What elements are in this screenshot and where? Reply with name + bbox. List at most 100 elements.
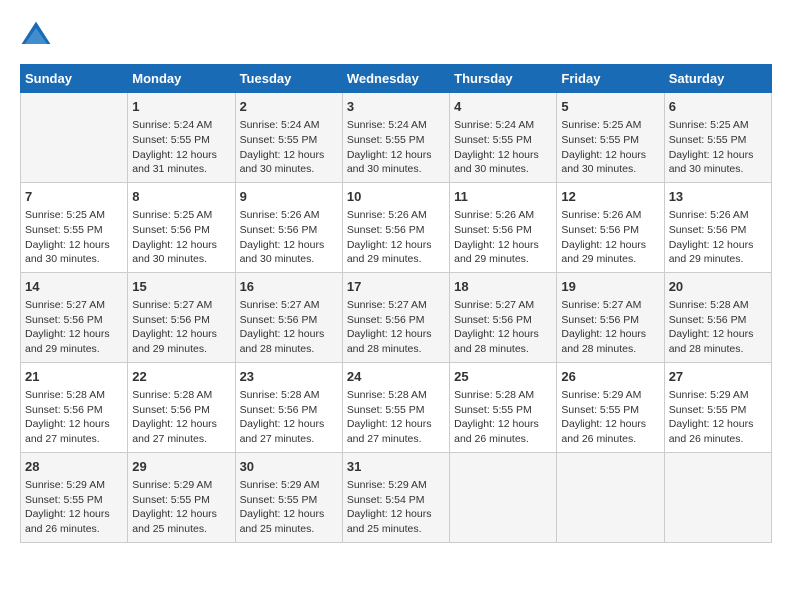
day-number: 11 [454,188,552,206]
day-header-sunday: Sunday [21,65,128,93]
day-info-text: Sunset: 5:56 PM [132,403,230,418]
day-info-text: Daylight: 12 hours [132,327,230,342]
calendar-cell: 18Sunrise: 5:27 AMSunset: 5:56 PMDayligh… [450,272,557,362]
day-info-text: Daylight: 12 hours [347,507,445,522]
day-info-text: and 28 minutes. [347,342,445,357]
day-info-text: and 30 minutes. [240,252,338,267]
day-info-text: Sunset: 5:54 PM [347,493,445,508]
day-info-text: Sunset: 5:55 PM [25,493,123,508]
day-number: 9 [240,188,338,206]
calendar-cell: 13Sunrise: 5:26 AMSunset: 5:56 PMDayligh… [664,182,771,272]
day-info-text: Sunset: 5:56 PM [25,403,123,418]
week-row-4: 21Sunrise: 5:28 AMSunset: 5:56 PMDayligh… [21,362,772,452]
day-info-text: and 28 minutes. [561,342,659,357]
day-header-thursday: Thursday [450,65,557,93]
day-number: 20 [669,278,767,296]
day-header-tuesday: Tuesday [235,65,342,93]
calendar-cell: 31Sunrise: 5:29 AMSunset: 5:54 PMDayligh… [342,452,449,542]
day-info-text: and 30 minutes. [240,162,338,177]
calendar-cell [21,93,128,183]
day-number: 4 [454,98,552,116]
day-info-text: Sunrise: 5:24 AM [454,118,552,133]
day-info-text: Sunrise: 5:28 AM [132,388,230,403]
day-info-text: Sunrise: 5:29 AM [347,478,445,493]
day-info-text: Sunset: 5:55 PM [240,133,338,148]
day-info-text: and 26 minutes. [454,432,552,447]
day-info-text: Sunset: 5:56 PM [669,223,767,238]
day-info-text: Sunset: 5:55 PM [669,133,767,148]
day-info-text: and 31 minutes. [132,162,230,177]
day-header-saturday: Saturday [664,65,771,93]
day-number: 8 [132,188,230,206]
day-number: 22 [132,368,230,386]
day-info-text: Sunset: 5:56 PM [669,313,767,328]
calendar-cell: 3Sunrise: 5:24 AMSunset: 5:55 PMDaylight… [342,93,449,183]
day-info-text: and 29 minutes. [669,252,767,267]
calendar-cell: 21Sunrise: 5:28 AMSunset: 5:56 PMDayligh… [21,362,128,452]
day-info-text: Sunrise: 5:29 AM [240,478,338,493]
day-info-text: Sunrise: 5:27 AM [25,298,123,313]
day-info-text: Sunrise: 5:27 AM [454,298,552,313]
day-info-text: Sunset: 5:55 PM [132,133,230,148]
calendar-cell: 15Sunrise: 5:27 AMSunset: 5:56 PMDayligh… [128,272,235,362]
calendar-cell: 23Sunrise: 5:28 AMSunset: 5:56 PMDayligh… [235,362,342,452]
day-info-text: Sunset: 5:56 PM [240,313,338,328]
day-info-text: Sunset: 5:56 PM [132,223,230,238]
day-number: 26 [561,368,659,386]
day-info-text: Sunset: 5:56 PM [240,223,338,238]
day-info-text: Sunset: 5:56 PM [240,403,338,418]
day-info-text: Daylight: 12 hours [347,327,445,342]
day-number: 14 [25,278,123,296]
day-info-text: and 26 minutes. [25,522,123,537]
day-info-text: and 29 minutes. [347,252,445,267]
day-info-text: Daylight: 12 hours [25,327,123,342]
day-info-text: and 29 minutes. [25,342,123,357]
calendar-cell: 12Sunrise: 5:26 AMSunset: 5:56 PMDayligh… [557,182,664,272]
day-info-text: Daylight: 12 hours [347,417,445,432]
day-info-text: Sunrise: 5:25 AM [25,208,123,223]
day-info-text: Sunrise: 5:28 AM [454,388,552,403]
day-info-text: Sunset: 5:56 PM [561,223,659,238]
day-info-text: Daylight: 12 hours [132,417,230,432]
day-info-text: Daylight: 12 hours [454,238,552,253]
day-number: 16 [240,278,338,296]
day-info-text: and 29 minutes. [132,342,230,357]
week-row-5: 28Sunrise: 5:29 AMSunset: 5:55 PMDayligh… [21,452,772,542]
day-header-monday: Monday [128,65,235,93]
calendar-cell: 7Sunrise: 5:25 AMSunset: 5:55 PMDaylight… [21,182,128,272]
calendar-cell: 2Sunrise: 5:24 AMSunset: 5:55 PMDaylight… [235,93,342,183]
day-info-text: Daylight: 12 hours [25,238,123,253]
day-number: 18 [454,278,552,296]
day-info-text: Sunrise: 5:29 AM [669,388,767,403]
day-info-text: Daylight: 12 hours [25,417,123,432]
day-number: 5 [561,98,659,116]
day-info-text: Sunrise: 5:24 AM [347,118,445,133]
day-info-text: and 27 minutes. [240,432,338,447]
calendar-cell [557,452,664,542]
day-info-text: and 29 minutes. [561,252,659,267]
calendar-cell: 19Sunrise: 5:27 AMSunset: 5:56 PMDayligh… [557,272,664,362]
header [20,20,772,48]
day-number: 19 [561,278,659,296]
calendar-cell: 28Sunrise: 5:29 AMSunset: 5:55 PMDayligh… [21,452,128,542]
day-info-text: Daylight: 12 hours [669,148,767,163]
week-row-2: 7Sunrise: 5:25 AMSunset: 5:55 PMDaylight… [21,182,772,272]
day-info-text: Sunrise: 5:26 AM [240,208,338,223]
day-info-text: Sunset: 5:56 PM [132,313,230,328]
calendar-cell: 22 Sunrise: 5:28 AMSunset: 5:56 PMDayligh… [128,362,235,452]
calendar-cell: 1Sunrise: 5:24 AMSunset: 5:55 PMDaylight… [128,93,235,183]
day-info-text: and 29 minutes. [454,252,552,267]
calendar-cell: 9Sunrise: 5:26 AMSunset: 5:56 PMDaylight… [235,182,342,272]
day-number: 24 [347,368,445,386]
week-row-1: 1Sunrise: 5:24 AMSunset: 5:55 PMDaylight… [21,93,772,183]
day-info-text: and 27 minutes. [25,432,123,447]
day-info-text: and 30 minutes. [347,162,445,177]
day-info-text: and 30 minutes. [669,162,767,177]
days-header-row: SundayMondayTuesdayWednesdayThursdayFrid… [21,65,772,93]
day-info-text: and 30 minutes. [561,162,659,177]
day-info-text: Daylight: 12 hours [454,327,552,342]
day-number: 12 [561,188,659,206]
week-row-3: 14Sunrise: 5:27 AMSunset: 5:56 PMDayligh… [21,272,772,362]
day-info-text: Daylight: 12 hours [561,327,659,342]
day-info-text: Sunset: 5:55 PM [561,403,659,418]
